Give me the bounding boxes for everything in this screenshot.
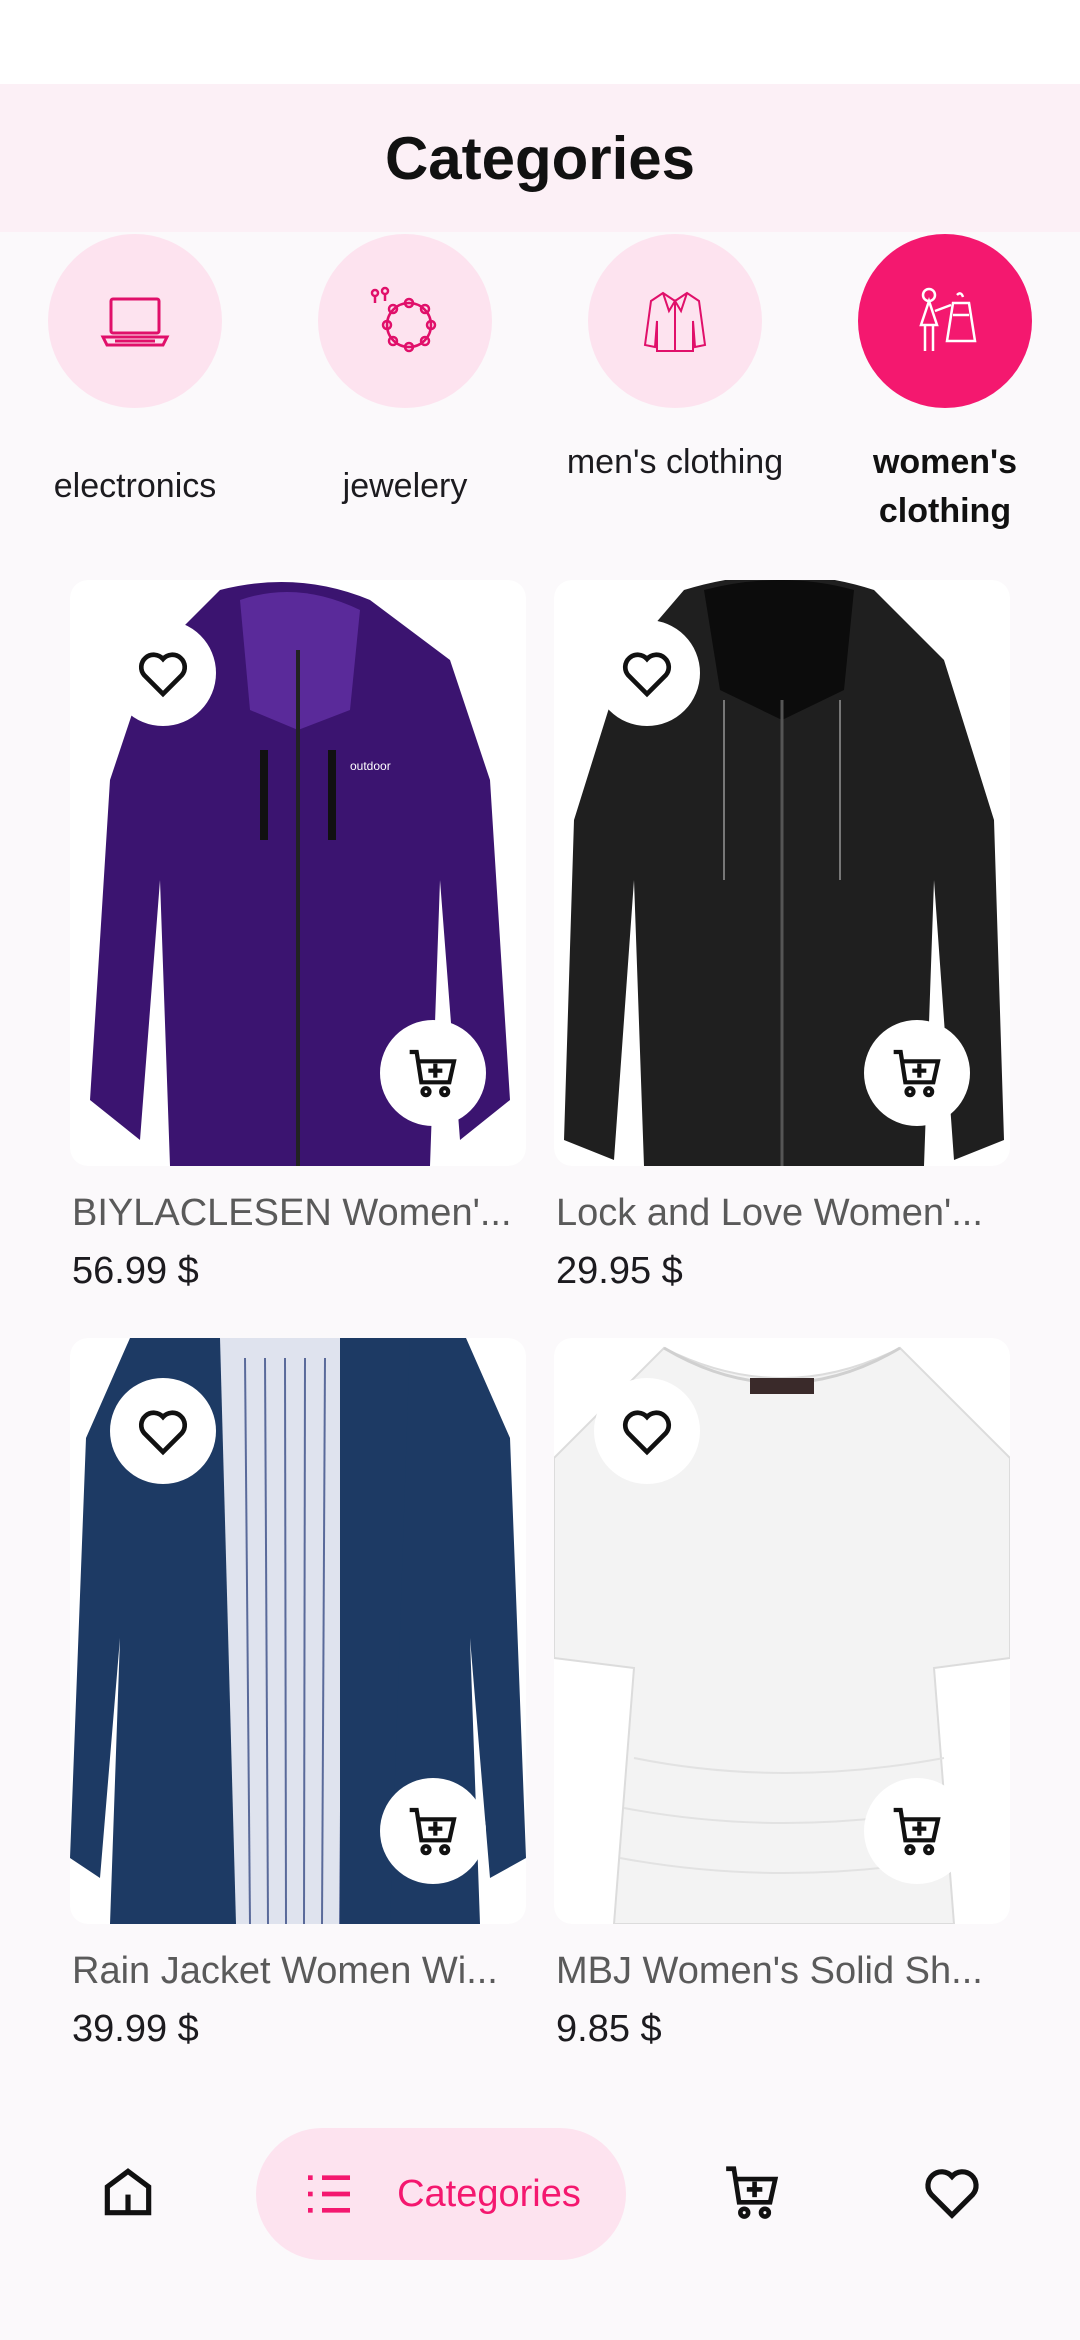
- add-to-cart-button[interactable]: [380, 1778, 486, 1884]
- women-clothing-icon: [919, 287, 977, 351]
- heart-icon: [138, 1410, 188, 1456]
- favorite-button[interactable]: [110, 620, 216, 726]
- heart-icon: [622, 652, 672, 698]
- add-to-cart-button[interactable]: [380, 1020, 486, 1126]
- add-to-cart-button[interactable]: [864, 1020, 970, 1126]
- cart-icon: [726, 2166, 779, 2219]
- category-icon-circle[interactable]: [588, 234, 762, 408]
- category-jewelery[interactable]: jewelery: [270, 232, 540, 542]
- product-price: 29.95 $: [556, 1250, 683, 1292]
- product-price: 56.99 $: [72, 1250, 199, 1292]
- laptop-icon: [100, 297, 170, 347]
- favorite-button[interactable]: [110, 1378, 216, 1484]
- jacket-icon: [643, 291, 707, 352]
- status-bar: [0, 0, 1080, 84]
- cart-add-icon: [893, 1807, 941, 1856]
- category-womens-clothing[interactable]: women's clothing: [810, 232, 1080, 542]
- necklace-icon: [370, 286, 437, 353]
- product-price: 9.85 $: [556, 2008, 662, 2050]
- heart-icon: [138, 652, 188, 698]
- category-list: electronics jewelery men's clothing wome…: [0, 232, 1080, 542]
- product-title: Rain Jacket Women Wi...: [72, 1950, 498, 1992]
- product-title: Lock and Love Women'...: [556, 1192, 983, 1234]
- category-electronics[interactable]: electronics: [0, 232, 270, 542]
- page-title: Categories: [384, 124, 696, 192]
- category-label: electronics: [53, 467, 217, 505]
- cart-add-icon: [893, 1049, 941, 1098]
- heart-icon: [925, 2169, 979, 2219]
- list-icon: [308, 2175, 351, 2213]
- nav-categories-label: Categories: [397, 2172, 581, 2215]
- favorite-button[interactable]: [594, 1378, 700, 1484]
- svg-text:outdoor: outdoor: [350, 759, 391, 773]
- heart-icon: [622, 1410, 672, 1456]
- nav-home[interactable]: [80, 2144, 176, 2240]
- app-bar: Categories: [0, 84, 1080, 232]
- product-price: 39.99 $: [72, 2008, 199, 2050]
- category-label: jewelery: [342, 467, 468, 505]
- favorite-button[interactable]: [594, 620, 700, 726]
- category-icon-circle[interactable]: [318, 234, 492, 408]
- bottom-navigation: Categories: [0, 2100, 1080, 2340]
- product-title: MBJ Women's Solid Sh...: [556, 1950, 983, 1992]
- nav-favorites[interactable]: [904, 2144, 1000, 2240]
- cart-add-icon: [409, 1807, 457, 1856]
- category-label: women's clothing: [872, 443, 1018, 530]
- nav-categories[interactable]: Categories: [256, 2128, 626, 2260]
- category-mens-clothing[interactable]: men's clothing: [540, 232, 810, 542]
- category-label: men's clothing: [566, 443, 784, 481]
- add-to-cart-button[interactable]: [864, 1778, 970, 1884]
- home-icon: [104, 2168, 152, 2216]
- product-title: BIYLACLESEN Women'...: [72, 1192, 512, 1234]
- nav-cart[interactable]: [704, 2144, 800, 2240]
- category-icon-circle[interactable]: [858, 234, 1032, 408]
- cart-add-icon: [409, 1049, 457, 1098]
- category-icon-circle[interactable]: [48, 234, 222, 408]
